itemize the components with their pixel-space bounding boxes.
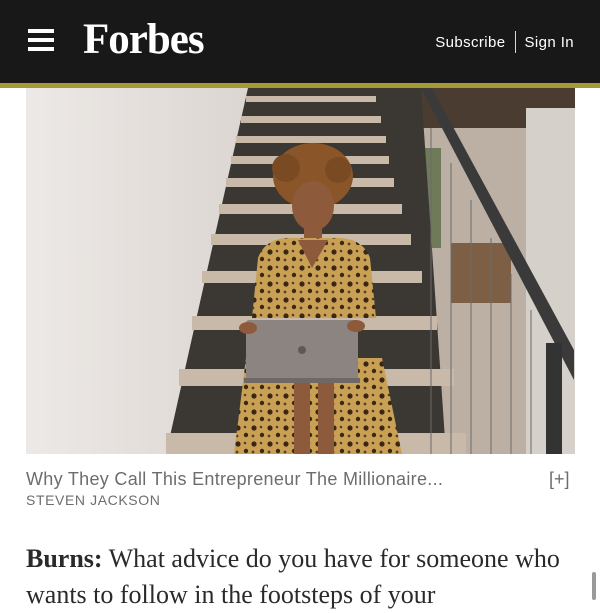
top-navigation-bar: Forbes Subscribe Sign In [0,0,600,83]
interview-question: What advice do you have for someone who … [26,544,560,609]
interviewer-name: Burns: [26,544,103,573]
photo-credit: STEVEN JACKSON [26,492,161,508]
article-paragraph: Burns: What advice do you have for someo… [26,541,574,613]
hamburger-menu-icon[interactable] [28,28,54,52]
hero-image[interactable] [26,88,575,454]
subscribe-link[interactable]: Subscribe [435,34,505,51]
sign-in-link[interactable]: Sign In [525,34,575,51]
expand-caption-button[interactable]: [+] [549,469,570,490]
image-caption: Why They Call This Entrepreneur The Mill… [26,469,444,489]
account-links: Subscribe Sign In [435,31,574,53]
forbes-logo[interactable]: Forbes [83,14,205,66]
nav-divider [514,31,516,53]
scrollbar-thumb[interactable] [592,572,596,600]
